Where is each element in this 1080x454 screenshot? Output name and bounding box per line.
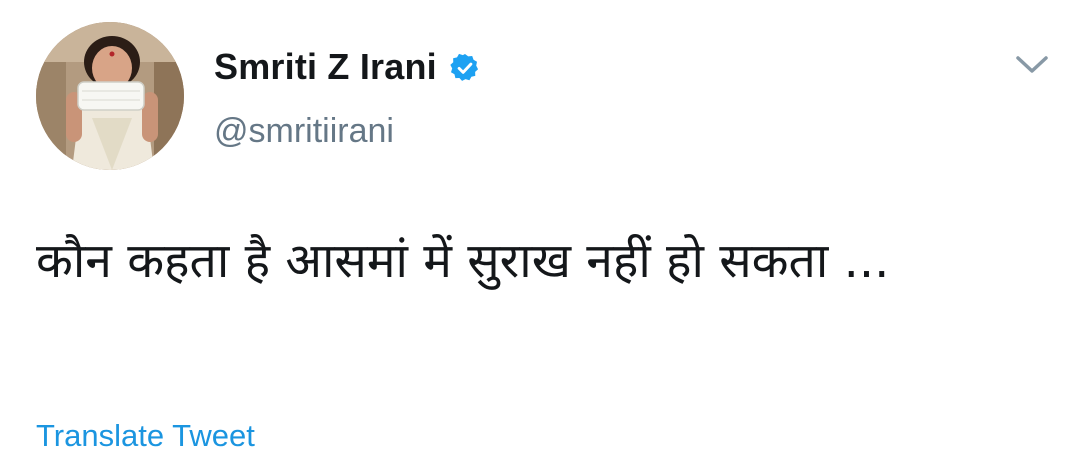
tweet-card: Smriti Z Irani @smritiirani कौन कहता है … bbox=[0, 0, 1080, 454]
verified-badge-icon bbox=[449, 51, 481, 83]
avatar-photo bbox=[36, 22, 184, 170]
display-name[interactable]: Smriti Z Irani bbox=[214, 46, 481, 88]
tweet-text: कौन कहता है आसमां में सुराख नहीं हो सकता… bbox=[36, 233, 890, 289]
profile-avatar[interactable] bbox=[36, 22, 184, 170]
user-handle[interactable]: @smritiirani bbox=[214, 112, 394, 151]
translate-tweet-link[interactable]: Translate Tweet bbox=[36, 418, 255, 454]
display-name-text: Smriti Z Irani bbox=[214, 46, 437, 87]
chevron-down-icon[interactable] bbox=[1012, 48, 1052, 80]
